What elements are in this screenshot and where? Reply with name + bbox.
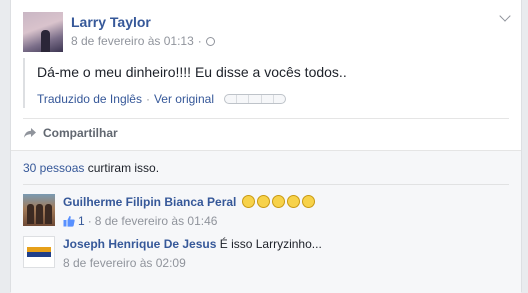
commenter-avatar[interactable] — [23, 236, 55, 268]
commenter-name[interactable]: Joseph Henrique De Jesus — [63, 237, 216, 251]
share-button[interactable]: Compartilhar — [23, 126, 118, 140]
comment-meta: 8 de fevereiro às 02:09 — [63, 256, 186, 270]
comment-meta: 1 · 8 de fevereiro às 01:46 — [63, 214, 217, 228]
author-avatar[interactable] — [23, 12, 63, 52]
divider — [23, 184, 509, 185]
laughing-emoji-icon — [256, 195, 270, 208]
translation-separator: · — [145, 92, 150, 106]
laughing-emoji-icon — [241, 195, 255, 208]
post-meta: 8 de fevereiro às 01:13 · — [71, 34, 215, 48]
share-label: Compartilhar — [43, 126, 118, 140]
likes-summary: 30 pessoas curtiram isso. — [23, 161, 159, 175]
feedback-section: 30 pessoas curtiram isso. Guilherme Fili… — [11, 150, 521, 293]
comment-text: É isso Larryzinho... — [219, 237, 322, 251]
laughing-emoji-icon — [271, 195, 285, 208]
comment-timestamp[interactable]: 8 de fevereiro às 01:46 — [95, 214, 218, 228]
chevron-down-icon[interactable] — [499, 10, 511, 22]
comment-meta-separator: · — [87, 214, 92, 228]
translated-post-block: Dá-me o meu dinheiro!!!! Eu disse a você… — [23, 58, 508, 108]
comment-body: Joseph Henrique De Jesus É isso Larryzin… — [63, 237, 322, 251]
commenter-avatar[interactable] — [23, 194, 55, 226]
see-original-link[interactable]: Ver original — [154, 92, 214, 106]
author-name[interactable]: Larry Taylor — [71, 14, 151, 30]
comment-timestamp[interactable]: 8 de fevereiro às 02:09 — [63, 256, 186, 270]
likes-suffix: curtiram isso. — [84, 161, 160, 175]
post-timestamp[interactable]: 8 de fevereiro às 01:13 — [71, 34, 194, 48]
divider — [23, 118, 509, 119]
likes-count-link[interactable]: 30 pessoas — [23, 161, 84, 175]
translation-rating[interactable] — [224, 94, 286, 104]
post-card: Larry Taylor 8 de fevereiro às 01:13 · D… — [10, 0, 522, 293]
laughing-emoji-icon — [301, 195, 315, 208]
post-text: Dá-me o meu dinheiro!!!! Eu disse a você… — [37, 64, 347, 80]
meta-separator: · — [197, 34, 202, 48]
globe-icon[interactable] — [205, 36, 215, 46]
comment-like-count[interactable]: 1 — [78, 214, 85, 228]
commenter-name[interactable]: Guilherme Filipin Bianca Peral — [63, 195, 236, 209]
thumbs-up-icon — [63, 216, 75, 227]
laughing-emoji-icon — [286, 195, 300, 208]
share-icon — [24, 128, 36, 138]
translated-from-link[interactable]: Traduzido de Inglês — [37, 92, 142, 106]
comment-body: Guilherme Filipin Bianca Peral — [63, 195, 315, 209]
translation-bar: Traduzido de Inglês · Ver original — [37, 92, 286, 106]
